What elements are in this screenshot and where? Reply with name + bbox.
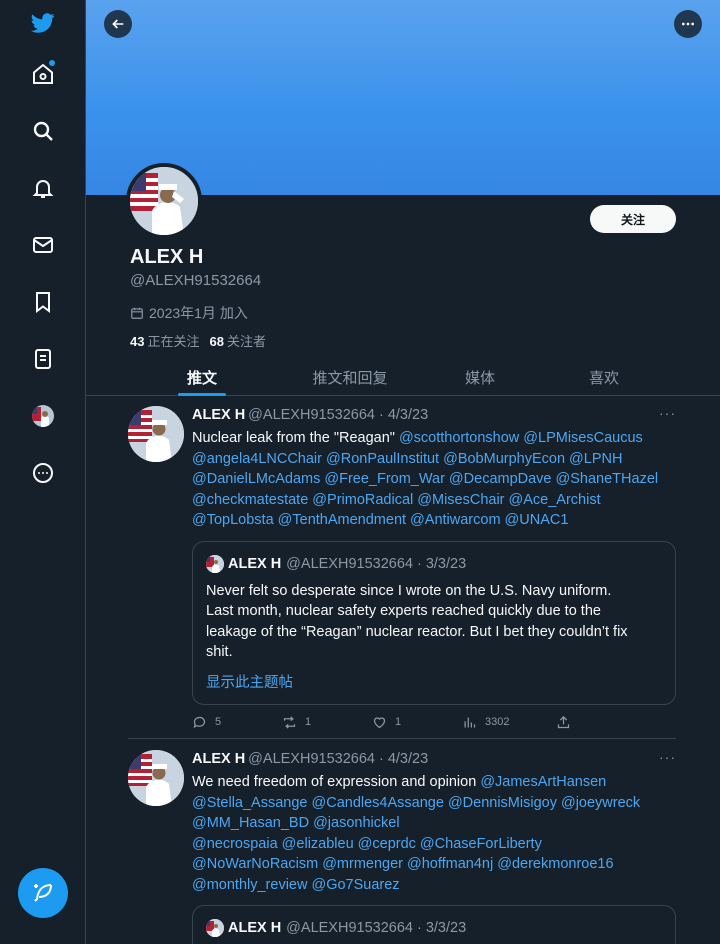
tweet-text: We need freedom of expression and opinio… bbox=[192, 772, 676, 895]
ellipsis-icon bbox=[682, 22, 694, 26]
calendar-icon bbox=[131, 307, 143, 319]
tweet-author-name[interactable]: ALEX H bbox=[192, 407, 245, 423]
reply-icon bbox=[193, 716, 206, 728]
share-button[interactable] bbox=[556, 715, 571, 730]
following-stat[interactable]: 43 正在关注 bbox=[130, 331, 199, 350]
follow-stats: 43 正在关注 68 关注者 bbox=[130, 331, 266, 350]
profile-handle: @ALEXH91532664 bbox=[130, 272, 262, 289]
tweet-handle-date: @ALEXH91532664 · 4/3/23 bbox=[248, 407, 429, 423]
tweet-more-button[interactable]: ··· bbox=[659, 749, 676, 765]
mention-links[interactable]: @angela4LNCChair @RonPaulInstitut @BobMu… bbox=[192, 449, 676, 470]
tweet-avatar[interactable] bbox=[128, 750, 184, 806]
tab-tweets[interactable]: 推文 bbox=[86, 358, 318, 396]
mention-links[interactable]: @monthly_review @Go7Suarez bbox=[192, 875, 676, 896]
tweet-text: Nuclear leak from the "Reagan" @scotthor… bbox=[192, 428, 676, 531]
arrow-left-icon bbox=[112, 19, 124, 29]
more-icon[interactable] bbox=[29, 459, 57, 487]
quoted-tweet-header: ALEX H @ALEXH91532664 · 3/3/23 bbox=[206, 554, 662, 574]
mail-icon[interactable] bbox=[29, 231, 57, 259]
tweet-divider bbox=[128, 738, 676, 739]
quoted-handle-date: @ALEXH91532664 · 3/3/23 bbox=[286, 920, 467, 936]
bookmark-icon[interactable] bbox=[29, 288, 57, 316]
joined-date: 2023年1月 加入 bbox=[130, 303, 248, 323]
mention-links[interactable]: @scotthortonshow @LPMisesCaucus bbox=[399, 430, 643, 446]
profile-tabs: 推文 推文和回复 媒体 喜欢 bbox=[86, 358, 720, 396]
tweet-author-name[interactable]: ALEX H bbox=[192, 751, 245, 767]
like-button[interactable]: 1 bbox=[372, 715, 401, 730]
quoted-tweet-header: ALEX H @ALEXH91532664 · 3/3/23 bbox=[206, 918, 662, 938]
tweet-handle-date: @ALEXH91532664 · 4/3/23 bbox=[248, 751, 429, 767]
mention-links[interactable]: @checkmatestate @PrimoRadical @MisesChai… bbox=[192, 490, 676, 511]
mention-links[interactable]: @necrospaia @elizableu @ceprdc @ChaseFor… bbox=[192, 834, 676, 855]
compose-button[interactable] bbox=[18, 868, 68, 918]
reply-count: 5 bbox=[215, 716, 222, 728]
retweet-icon bbox=[283, 715, 296, 729]
twitter-logo-icon[interactable] bbox=[29, 9, 57, 37]
home-icon[interactable] bbox=[29, 60, 57, 88]
profile-avatar[interactable] bbox=[29, 402, 57, 430]
tweet-body: ALEX H @ALEXH91532664 · 4/3/23 ··· We nee… bbox=[192, 749, 676, 944]
follow-button[interactable]: 关注 bbox=[590, 205, 676, 233]
mention-links[interactable]: @MM_Hasan_BD @jasonhickel bbox=[192, 813, 676, 834]
quoted-tweet-text: Never felt so desperate since I wrote on… bbox=[206, 582, 628, 661]
joined-text: 2023年1月 加入 bbox=[149, 305, 248, 321]
tab-media[interactable]: 媒体 bbox=[428, 358, 532, 396]
quoted-author-name: ALEX H bbox=[228, 555, 282, 572]
show-thread-link[interactable]: 显示此主题帖 bbox=[206, 671, 662, 692]
tweet-header: ALEX H @ALEXH91532664 · 4/3/23 bbox=[192, 406, 676, 424]
tweet-avatar[interactable] bbox=[128, 406, 184, 462]
quoted-avatar bbox=[206, 554, 224, 573]
search-icon[interactable] bbox=[29, 117, 57, 145]
followers-stat[interactable]: 68 关注者 bbox=[209, 331, 265, 350]
quoted-author-name: ALEX H bbox=[228, 920, 282, 936]
profile-banner bbox=[86, 0, 720, 195]
retweet-count: 1 bbox=[305, 716, 312, 728]
like-count: 1 bbox=[395, 716, 402, 728]
mention-links[interactable]: @Stella_Assange @Candles4Assange @Dennis… bbox=[192, 793, 676, 814]
tweet-body: ALEX H @ALEXH91532664 · 4/3/23 ··· Nuclea… bbox=[192, 405, 676, 735]
share-icon bbox=[557, 715, 570, 728]
profile-main: 关注 ALEX H @ALEXH91532664 2023年1月 加入 43 正在… bbox=[86, 0, 720, 944]
views-button[interactable]: 3302 bbox=[462, 715, 509, 730]
view-count: 3302 bbox=[485, 716, 510, 728]
tweet-more-button[interactable]: ··· bbox=[659, 405, 676, 421]
quoted-avatar bbox=[206, 919, 224, 937]
mention-links[interactable]: @NoWarNoRacism @mrmenger @hoffman4nj @de… bbox=[192, 854, 676, 875]
tab-tweets-replies[interactable]: 推文和回复 bbox=[288, 358, 412, 396]
bell-icon[interactable] bbox=[29, 174, 57, 202]
retweet-button[interactable]: 1 bbox=[282, 715, 311, 730]
tweet-actions: 5 1 1 3302 bbox=[192, 715, 676, 735]
bar-chart-icon bbox=[464, 717, 476, 727]
reply-button[interactable]: 5 bbox=[192, 715, 221, 730]
quoted-handle-date: @ALEXH91532664 · 3/3/23 bbox=[286, 555, 467, 572]
mention-links[interactable]: @DanielLMcAdams @Free_From_War @DecampDa… bbox=[192, 469, 676, 490]
quoted-tweet[interactable]: ALEX H @ALEXH91532664 · 3/3/23 bbox=[192, 905, 676, 944]
back-button[interactable] bbox=[104, 10, 132, 38]
profile-display-name: ALEX H bbox=[130, 246, 204, 268]
heart-icon bbox=[373, 716, 386, 728]
tab-likes[interactable]: 喜欢 bbox=[552, 358, 656, 396]
mention-links[interactable]: @JamesArtHansen bbox=[480, 774, 606, 790]
quoted-tweet[interactable]: ALEX H @ALEXH91532664 · 3/3/23 Never felt… bbox=[192, 540, 676, 705]
active-tab-indicator bbox=[178, 393, 226, 396]
more-options-button[interactable] bbox=[674, 10, 702, 38]
sidebar bbox=[0, 0, 86, 944]
feather-icon bbox=[34, 884, 52, 902]
notification-dot bbox=[49, 60, 55, 66]
profile-avatar-large[interactable] bbox=[126, 163, 202, 239]
mention-links[interactable]: @TopLobsta @TenthAmendment @Antiwarcom @… bbox=[192, 510, 676, 531]
list-icon[interactable] bbox=[29, 345, 57, 373]
tweet-header: ALEX H @ALEXH91532664 · 4/3/23 bbox=[192, 750, 676, 768]
